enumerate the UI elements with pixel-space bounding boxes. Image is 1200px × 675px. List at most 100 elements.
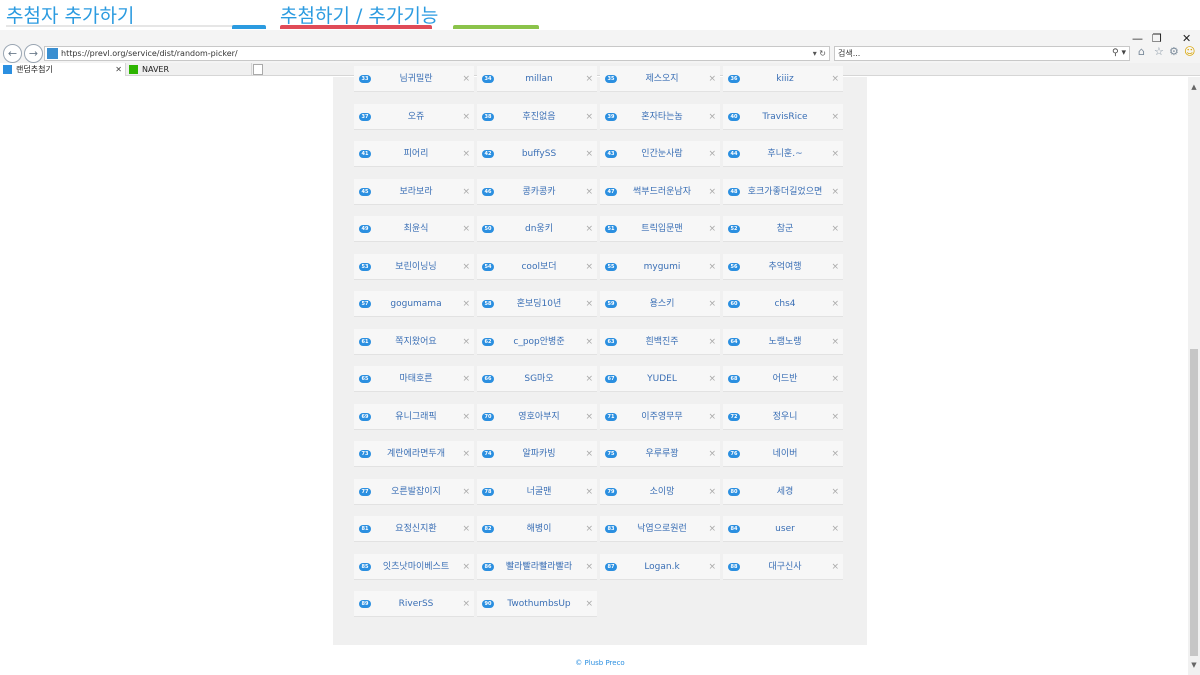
- back-icon[interactable]: ←: [3, 44, 22, 63]
- remove-participant-icon[interactable]: ×: [585, 366, 593, 392]
- remove-participant-icon[interactable]: ×: [831, 366, 839, 392]
- home-icon[interactable]: ⌂: [1138, 45, 1145, 58]
- remove-participant-icon[interactable]: ×: [831, 554, 839, 580]
- draw-features-title[interactable]: 추첨하기 / 추가기능: [280, 1, 438, 28]
- participant-number-badge: 59: [605, 300, 617, 308]
- remove-participant-icon[interactable]: ×: [831, 404, 839, 430]
- remove-participant-icon[interactable]: ×: [831, 479, 839, 505]
- remove-participant-icon[interactable]: ×: [462, 254, 470, 280]
- remove-participant-icon[interactable]: ×: [462, 404, 470, 430]
- search-icon[interactable]: ⚲ ▾: [1112, 47, 1126, 60]
- remove-participant-icon[interactable]: ×: [708, 479, 716, 505]
- remove-participant-icon[interactable]: ×: [585, 479, 593, 505]
- remove-participant-icon[interactable]: ×: [462, 516, 470, 542]
- remove-participant-icon[interactable]: ×: [462, 366, 470, 392]
- remove-participant-icon[interactable]: ×: [708, 179, 716, 205]
- remove-participant-icon[interactable]: ×: [831, 104, 839, 130]
- smiley-icon[interactable]: ☺: [1184, 45, 1195, 58]
- new-tab-icon[interactable]: [253, 64, 263, 75]
- remove-participant-icon[interactable]: ×: [831, 216, 839, 242]
- forward-icon[interactable]: →: [24, 44, 43, 63]
- remove-participant-icon[interactable]: ×: [831, 141, 839, 167]
- remove-participant-icon[interactable]: ×: [585, 291, 593, 317]
- remove-participant-icon[interactable]: ×: [585, 441, 593, 467]
- remove-participant-icon[interactable]: ×: [585, 254, 593, 280]
- remove-participant-icon[interactable]: ×: [462, 216, 470, 242]
- participant-number-badge: 87: [605, 562, 617, 571]
- participant-name: 용스키: [649, 299, 675, 309]
- participant-item: 74 알파카빙 ×: [477, 441, 597, 467]
- remove-participant-icon[interactable]: ×: [708, 404, 716, 430]
- participant-panel: 33 님귀밀란 × 34 millan × 35 제스오지 × 36 kiiiz × 37 오쥬 × 38 후진…: [333, 66, 867, 645]
- participant-item: 89 RiverSS ×: [354, 591, 474, 617]
- scroll-up-icon[interactable]: ▲: [1188, 81, 1200, 93]
- remove-participant-icon[interactable]: ×: [831, 441, 839, 467]
- restore-icon[interactable]: ❐: [1152, 32, 1162, 45]
- remove-participant-icon[interactable]: ×: [708, 254, 716, 280]
- remove-participant-icon[interactable]: ×: [831, 291, 839, 317]
- remove-participant-icon[interactable]: ×: [708, 216, 716, 242]
- address-bar[interactable]: https://prevl.org/service/dist/random-pi…: [44, 46, 830, 61]
- remove-participant-icon[interactable]: ×: [462, 141, 470, 167]
- participant-number-badge: 44: [728, 150, 740, 158]
- participant-item: 61 쪽지왔어요 ×: [354, 328, 474, 355]
- remove-participant-icon[interactable]: ×: [708, 104, 716, 130]
- remove-participant-icon[interactable]: ×: [708, 291, 716, 317]
- participant-name: user: [775, 524, 795, 534]
- remove-participant-icon[interactable]: ×: [708, 366, 716, 392]
- remove-participant-icon[interactable]: ×: [585, 141, 593, 167]
- tab-close-icon[interactable]: ✕: [115, 63, 122, 76]
- header-divider: [6, 25, 264, 27]
- remove-participant-icon[interactable]: ×: [585, 591, 593, 617]
- page-scrollbar[interactable]: ▲ ▼: [1188, 77, 1200, 675]
- remove-participant-icon[interactable]: ×: [831, 66, 839, 92]
- add-participants-title[interactable]: 추첨자 추가하기: [6, 1, 134, 28]
- remove-participant-icon[interactable]: ×: [831, 254, 839, 280]
- remove-participant-icon[interactable]: ×: [831, 516, 839, 542]
- tab-random-picker[interactable]: 랜덤추첨기 ✕: [0, 63, 126, 76]
- remove-participant-icon[interactable]: ×: [462, 591, 470, 617]
- remove-participant-icon[interactable]: ×: [585, 179, 593, 205]
- remove-participant-icon[interactable]: ×: [708, 554, 716, 580]
- remove-participant-icon[interactable]: ×: [462, 179, 470, 205]
- remove-participant-icon[interactable]: ×: [585, 66, 593, 92]
- participant-item: 76 네이버 ×: [723, 441, 843, 467]
- remove-participant-icon[interactable]: ×: [708, 329, 716, 355]
- participant-number-badge: 65: [359, 375, 371, 383]
- participant-item: 88 대구신사 ×: [723, 553, 843, 580]
- scroll-thumb[interactable]: [1190, 349, 1198, 656]
- gear-icon[interactable]: ⚙: [1169, 45, 1179, 58]
- remove-participant-icon[interactable]: ×: [585, 329, 593, 355]
- participant-item: 72 정우니 ×: [723, 403, 843, 430]
- remove-participant-icon[interactable]: ×: [708, 516, 716, 542]
- remove-participant-icon[interactable]: ×: [831, 179, 839, 205]
- remove-participant-icon[interactable]: ×: [585, 554, 593, 580]
- tab-naver[interactable]: NAVER: [126, 63, 252, 76]
- remove-participant-icon[interactable]: ×: [462, 291, 470, 317]
- participant-number-badge: 82: [482, 525, 494, 533]
- remove-participant-icon[interactable]: ×: [708, 66, 716, 92]
- remove-participant-icon[interactable]: ×: [585, 404, 593, 430]
- remove-participant-icon[interactable]: ×: [585, 216, 593, 242]
- remove-participant-icon[interactable]: ×: [462, 66, 470, 92]
- minimize-icon[interactable]: —: [1132, 32, 1143, 45]
- participant-name: 제스오지: [645, 74, 679, 84]
- browser-search-input[interactable]: 검색... ⚲ ▾: [834, 46, 1130, 61]
- remove-participant-icon[interactable]: ×: [462, 329, 470, 355]
- remove-participant-icon[interactable]: ×: [462, 554, 470, 580]
- participant-number-badge: 89: [359, 600, 371, 608]
- participant-name: 보린이닝닝: [395, 261, 437, 272]
- remove-participant-icon[interactable]: ×: [462, 104, 470, 130]
- remove-participant-icon[interactable]: ×: [462, 441, 470, 467]
- remove-participant-icon[interactable]: ×: [831, 329, 839, 355]
- star-icon[interactable]: ☆: [1154, 45, 1164, 58]
- refresh-icon[interactable]: ▾ ↻: [813, 47, 826, 60]
- remove-participant-icon[interactable]: ×: [462, 479, 470, 505]
- remove-participant-icon[interactable]: ×: [708, 441, 716, 467]
- participant-number-badge: 33: [359, 75, 371, 83]
- participant-number-badge: 79: [605, 487, 617, 496]
- close-window-icon[interactable]: ✕: [1182, 32, 1191, 45]
- remove-participant-icon[interactable]: ×: [708, 141, 716, 167]
- remove-participant-icon[interactable]: ×: [585, 516, 593, 542]
- remove-participant-icon[interactable]: ×: [585, 104, 593, 130]
